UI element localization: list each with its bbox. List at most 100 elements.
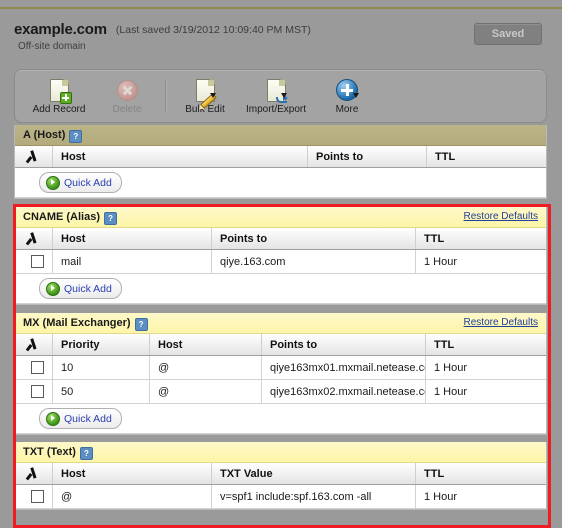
section-cname: CNAME (Alias)? Restore Defaults Host Poi… bbox=[14, 207, 547, 305]
col-ttl[interactable]: TTL bbox=[415, 463, 546, 485]
row-checkbox-cell[interactable] bbox=[15, 484, 53, 509]
chevron-down-icon[interactable] bbox=[353, 93, 359, 98]
table-header-row: Priority Host Points to TTL bbox=[15, 334, 546, 356]
mx-quick-add-row: Quick Add bbox=[15, 404, 546, 434]
col-host[interactable]: Host bbox=[149, 334, 262, 356]
cell-host: @ bbox=[149, 355, 262, 380]
row-checkbox-cell[interactable] bbox=[15, 355, 53, 380]
quick-add-button[interactable]: Quick Add bbox=[39, 172, 122, 193]
table-row[interactable]: mail qiye.163.com 1 Hour bbox=[15, 249, 546, 274]
cell-host: @ bbox=[52, 484, 212, 509]
table-row[interactable]: 50 @ qiye163mx02.mxmail.netease.com 1 Ho… bbox=[15, 379, 546, 404]
table-row[interactable]: 10 @ qiye163mx01.mxmail.netease.com 1 Ho… bbox=[15, 355, 546, 380]
cell-priority: 10 bbox=[52, 355, 150, 380]
more-label: More bbox=[335, 104, 359, 115]
col-txt-value[interactable]: TXT Value bbox=[211, 463, 416, 485]
col-host[interactable]: Host bbox=[52, 463, 212, 485]
section-a-host-title: A (Host) bbox=[23, 129, 66, 141]
import-export-button[interactable]: Import/Export bbox=[239, 70, 313, 122]
select-all-header[interactable] bbox=[15, 228, 53, 250]
page-subtitle: Off-site domain bbox=[18, 41, 86, 52]
page-add-icon bbox=[49, 77, 72, 104]
toolbar: Add Record Delete Bulk Edit Import/Expor… bbox=[14, 69, 547, 123]
table-row[interactable]: @ v=spf1 include:spf.163.com -all 1 Hour bbox=[15, 484, 546, 509]
help-icon[interactable]: ? bbox=[69, 130, 83, 143]
table-header-row: Host Points to TTL bbox=[15, 228, 546, 250]
col-priority[interactable]: Priority bbox=[52, 334, 150, 356]
import-export-label: Import/Export bbox=[245, 104, 307, 115]
select-all-header[interactable] bbox=[15, 463, 53, 485]
green-arrow-icon bbox=[46, 411, 60, 426]
cell-points-to: qiye163mx02.mxmail.netease.com bbox=[261, 379, 426, 404]
cell-txt-value: v=spf1 include:spf.163.com -all bbox=[211, 484, 416, 509]
table-header-row: Host Points to TTL bbox=[15, 146, 546, 168]
help-icon[interactable]: ? bbox=[134, 318, 148, 331]
row-checkbox-cell[interactable] bbox=[15, 249, 53, 274]
restore-defaults-link[interactable]: Restore Defaults bbox=[464, 207, 538, 227]
select-all-header[interactable] bbox=[15, 334, 53, 356]
help-icon[interactable]: ? bbox=[79, 447, 93, 460]
check-icon bbox=[23, 468, 35, 480]
select-all-header[interactable] bbox=[15, 146, 53, 168]
cell-priority: 50 bbox=[52, 379, 150, 404]
chevron-down-icon[interactable] bbox=[280, 93, 287, 98]
cell-host: @ bbox=[149, 379, 262, 404]
row-checkbox[interactable] bbox=[31, 361, 44, 374]
dns-manager-page: example.com (Last saved 3/19/2012 10:09:… bbox=[0, 9, 562, 528]
add-record-label: Add Record bbox=[32, 104, 86, 115]
section-cname-title: CNAME (Alias) bbox=[23, 211, 101, 223]
cell-ttl: 1 Hour bbox=[415, 249, 546, 274]
section-txt-title: TXT (Text) bbox=[23, 446, 76, 458]
quick-add-button[interactable]: Quick Add bbox=[39, 278, 122, 299]
col-ttl[interactable]: TTL bbox=[426, 146, 546, 168]
quick-add-label: Quick Add bbox=[64, 282, 112, 295]
row-checkbox-cell[interactable] bbox=[15, 379, 53, 404]
page-header: example.com (Last saved 3/19/2012 10:09:… bbox=[14, 21, 548, 63]
restore-defaults-link[interactable]: Restore Defaults bbox=[464, 313, 538, 333]
saved-button[interactable]: Saved bbox=[474, 23, 542, 45]
col-host[interactable]: Host bbox=[52, 228, 212, 250]
section-cname-header: CNAME (Alias)? Restore Defaults bbox=[15, 207, 546, 228]
check-icon bbox=[23, 233, 35, 245]
check-icon bbox=[23, 339, 35, 351]
cname-quick-add-row: Quick Add bbox=[15, 274, 546, 304]
add-record-button[interactable]: Add Record bbox=[25, 70, 93, 122]
page-title: example.com bbox=[14, 21, 107, 38]
cname-table: Host Points to TTL mail qiye.163.com 1 H… bbox=[15, 228, 546, 274]
last-saved-text: (Last saved 3/19/2012 10:09:40 PM MST) bbox=[115, 24, 311, 36]
cell-host: mail bbox=[52, 249, 212, 274]
cell-points-to: qiye163mx01.mxmail.netease.com bbox=[261, 355, 426, 380]
delete-button[interactable]: Delete bbox=[93, 70, 161, 122]
green-arrow-icon bbox=[46, 281, 60, 296]
quick-add-button[interactable]: Quick Add bbox=[39, 408, 122, 429]
cell-points-to: qiye.163.com bbox=[211, 249, 416, 274]
help-icon[interactable]: ? bbox=[104, 212, 118, 225]
section-txt-header: TXT (Text)? bbox=[15, 442, 546, 463]
quick-add-label: Quick Add bbox=[64, 176, 112, 189]
more-button[interactable]: More bbox=[313, 70, 381, 122]
a-host-table: Host Points to TTL bbox=[15, 146, 546, 168]
delete-label: Delete bbox=[112, 104, 142, 115]
col-host[interactable]: Host bbox=[52, 146, 308, 168]
col-ttl[interactable]: TTL bbox=[425, 334, 546, 356]
row-checkbox[interactable] bbox=[31, 255, 44, 268]
section-mx-title: MX (Mail Exchanger) bbox=[23, 317, 131, 329]
col-points-to[interactable]: Points to bbox=[261, 334, 426, 356]
chevron-down-icon[interactable] bbox=[209, 93, 216, 98]
col-points-to[interactable]: Points to bbox=[211, 228, 416, 250]
delete-circle-icon bbox=[116, 77, 138, 103]
col-points-to[interactable]: Points to bbox=[307, 146, 427, 168]
row-checkbox[interactable] bbox=[31, 385, 44, 398]
check-icon bbox=[23, 151, 35, 163]
cell-ttl: 1 Hour bbox=[425, 379, 546, 404]
quick-add-label: Quick Add bbox=[64, 412, 112, 425]
row-checkbox[interactable] bbox=[31, 490, 44, 503]
section-mx-header: MX (Mail Exchanger)? Restore Defaults bbox=[15, 313, 546, 334]
bulk-edit-button[interactable]: Bulk Edit bbox=[171, 70, 239, 122]
table-header-row: Host TXT Value TTL bbox=[15, 463, 546, 485]
a-host-quick-add-row: Quick Add bbox=[15, 168, 546, 198]
cell-ttl: 1 Hour bbox=[415, 484, 546, 509]
section-mx: MX (Mail Exchanger)? Restore Defaults Pr… bbox=[14, 313, 547, 435]
page-arrow-icon bbox=[266, 77, 288, 103]
col-ttl[interactable]: TTL bbox=[415, 228, 546, 250]
